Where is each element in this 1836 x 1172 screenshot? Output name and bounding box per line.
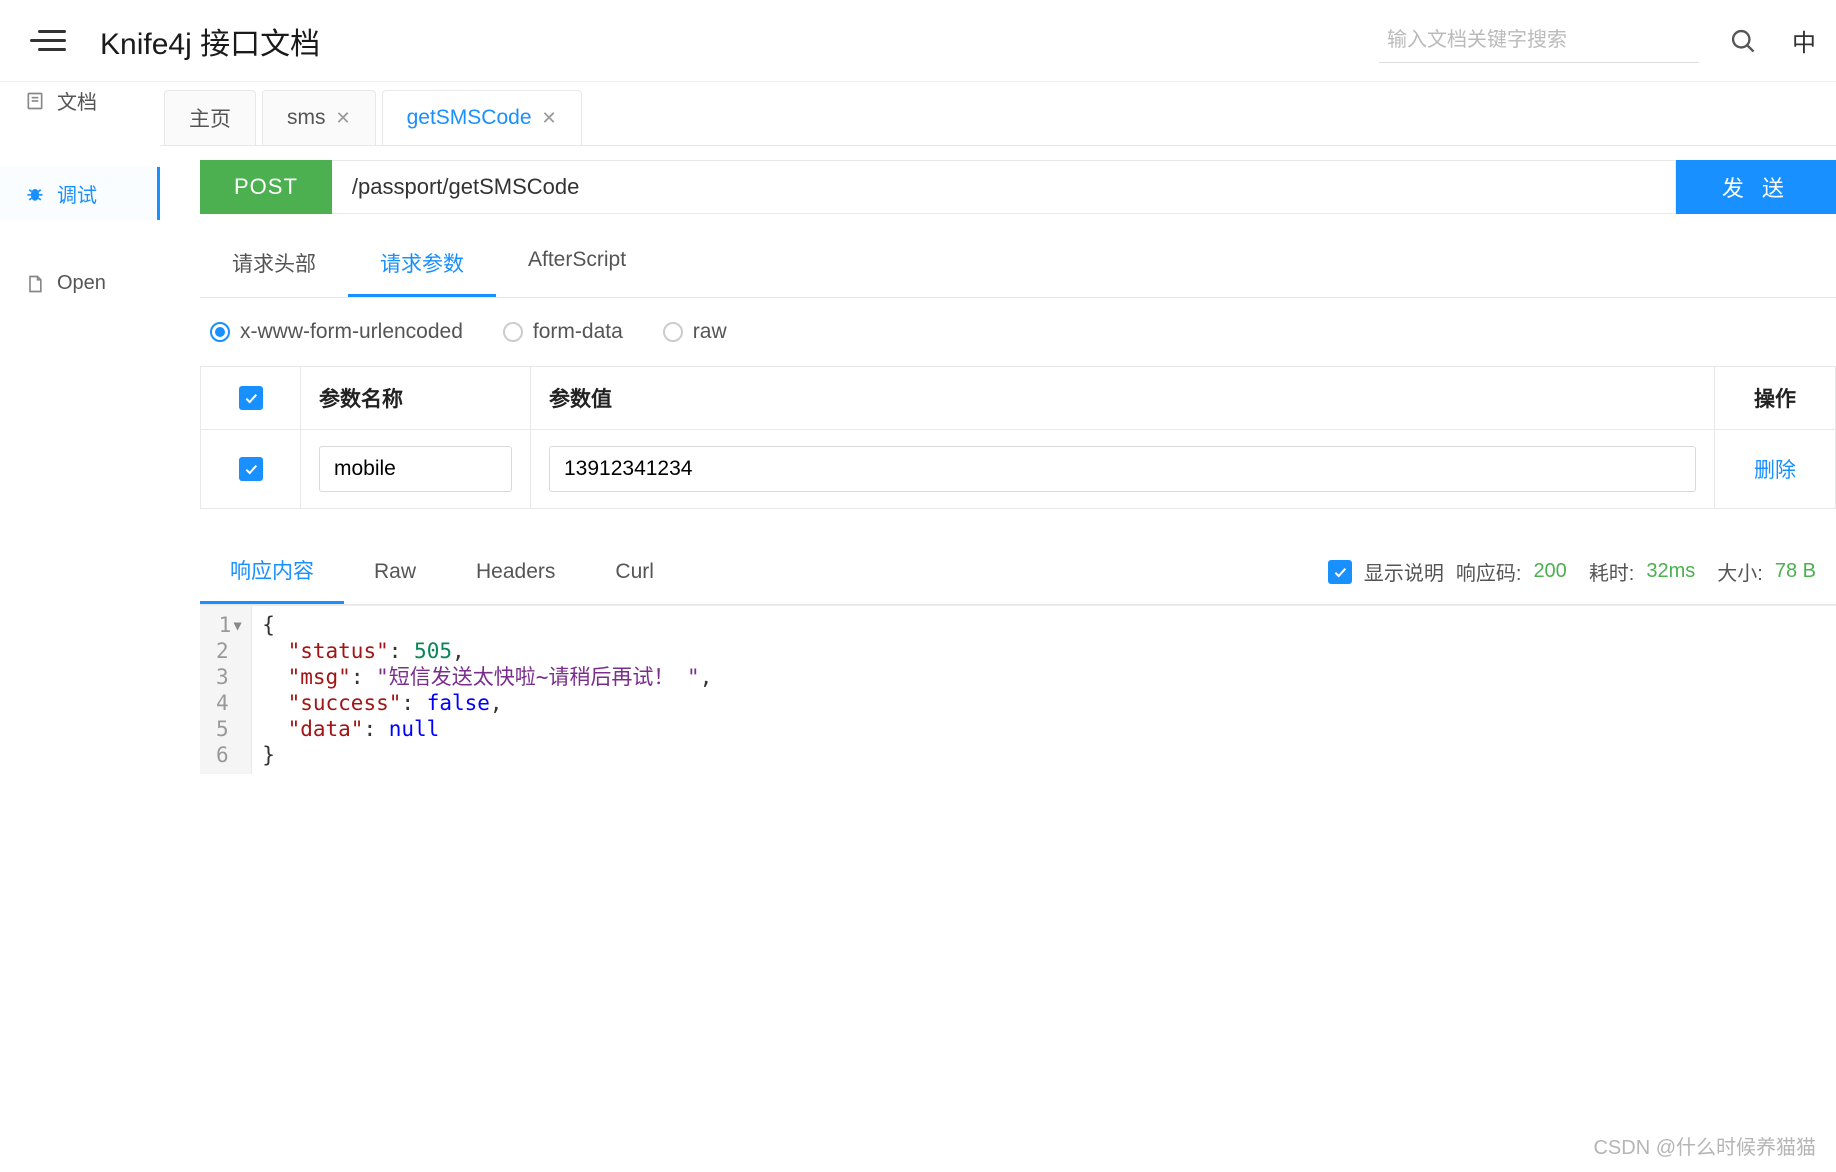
sidebar-item-label: 文档 bbox=[57, 86, 97, 115]
resp-time-label: 耗时: bbox=[1589, 557, 1635, 586]
radio-urlencoded[interactable]: x-www-form-urlencoded bbox=[210, 320, 463, 344]
close-icon[interactable]: ✕ bbox=[336, 108, 351, 129]
resp-tab-headers[interactable]: Headers bbox=[446, 544, 585, 600]
sidebar-item-doc[interactable]: 文档 bbox=[0, 86, 160, 127]
req-tab-headers[interactable]: 请求头部 bbox=[200, 232, 348, 297]
radio-raw[interactable]: raw bbox=[663, 320, 727, 344]
resp-tab-curl[interactable]: Curl bbox=[585, 544, 684, 600]
bug-icon bbox=[25, 184, 45, 204]
menu-toggle-icon[interactable] bbox=[30, 21, 70, 61]
sidebar: 文档 调试 Open bbox=[0, 82, 160, 1172]
close-icon[interactable]: ✕ bbox=[542, 108, 557, 129]
response-json-text[interactable]: { "status": 505, "msg": "短信发送太快啦~请稍后再试！ … bbox=[252, 606, 722, 774]
search-icon[interactable] bbox=[1729, 27, 1757, 55]
checkbox-all[interactable] bbox=[239, 386, 263, 410]
request-tabs: 请求头部 请求参数 AfterScript bbox=[200, 232, 1836, 298]
url-row: POST /passport/getSMSCode 发 送 bbox=[200, 160, 1836, 214]
radio-formdata[interactable]: form-data bbox=[503, 320, 623, 344]
tab-label: sms bbox=[287, 106, 326, 130]
url-input[interactable]: /passport/getSMSCode bbox=[332, 160, 1676, 214]
radio-label: raw bbox=[693, 320, 727, 344]
app-title: Knife4j 接口文档 bbox=[100, 19, 1379, 63]
resp-size-value: 78 B bbox=[1775, 560, 1816, 583]
sidebar-item-label: Open bbox=[57, 272, 106, 295]
http-method-badge: POST bbox=[200, 160, 332, 214]
tab-getsmscode[interactable]: getSMSCode ✕ bbox=[382, 90, 582, 145]
tab-label: 主页 bbox=[189, 103, 231, 133]
show-desc-label: 显示说明 bbox=[1364, 557, 1444, 586]
checkbox-show-desc[interactable] bbox=[1328, 560, 1352, 584]
param-name-input[interactable] bbox=[319, 446, 512, 492]
resp-code-value: 200 bbox=[1533, 560, 1566, 583]
params-table: 参数名称 参数值 操作 bbox=[200, 366, 1836, 509]
sidebar-item-open[interactable]: Open bbox=[0, 260, 160, 307]
response-meta: 显示说明 响应码: 200 耗时: 32ms 大小: 78 B bbox=[1328, 557, 1836, 586]
sidebar-item-label: 调试 bbox=[57, 179, 97, 208]
resp-size-label: 大小: bbox=[1717, 557, 1763, 586]
main-panel: 主页 sms ✕ getSMSCode ✕ POST /passport/get… bbox=[160, 82, 1836, 1172]
resp-tab-body[interactable]: 响应内容 bbox=[200, 539, 344, 604]
col-header-name: 参数名称 bbox=[301, 367, 531, 429]
sidebar-item-debug[interactable]: 调试 bbox=[0, 167, 160, 220]
tab-home[interactable]: 主页 bbox=[164, 90, 256, 145]
file-icon bbox=[25, 274, 45, 294]
app-header: Knife4j 接口文档 中 bbox=[0, 0, 1836, 82]
col-header-value: 参数值 bbox=[531, 367, 1715, 429]
response-code-block: 1▾ 2 3 4 5 6 { "status": 505, "msg": "短信… bbox=[200, 605, 1836, 774]
resp-time-value: 32ms bbox=[1646, 560, 1695, 583]
radio-icon bbox=[663, 322, 683, 342]
radio-label: x-www-form-urlencoded bbox=[240, 320, 463, 344]
resp-tab-raw[interactable]: Raw bbox=[344, 544, 446, 600]
search-input[interactable] bbox=[1379, 19, 1699, 63]
send-button[interactable]: 发 送 bbox=[1676, 160, 1836, 214]
resp-code-label: 响应码: bbox=[1456, 557, 1522, 586]
radio-icon bbox=[210, 322, 230, 342]
line-gutter: 1▾ 2 3 4 5 6 bbox=[200, 606, 252, 774]
page-tabs: 主页 sms ✕ getSMSCode ✕ bbox=[160, 90, 1836, 146]
table-header-row: 参数名称 参数值 操作 bbox=[201, 367, 1835, 430]
req-tab-afterscript[interactable]: AfterScript bbox=[496, 232, 658, 297]
response-tabs: 响应内容 Raw Headers Curl 显示说明 响应码: 200 耗时: … bbox=[200, 539, 1836, 605]
response-section: 响应内容 Raw Headers Curl 显示说明 响应码: 200 耗时: … bbox=[200, 539, 1836, 774]
param-value-input[interactable] bbox=[549, 446, 1696, 492]
radio-label: form-data bbox=[533, 320, 623, 344]
tab-label: getSMSCode bbox=[407, 106, 532, 130]
tab-sms[interactable]: sms ✕ bbox=[262, 90, 376, 145]
body-type-radios: x-www-form-urlencoded form-data raw bbox=[200, 298, 1836, 366]
radio-icon bbox=[503, 322, 523, 342]
checkbox-row[interactable] bbox=[239, 457, 263, 481]
delete-link[interactable]: 删除 bbox=[1754, 454, 1796, 484]
table-row: 删除 bbox=[201, 430, 1835, 508]
req-tab-params[interactable]: 请求参数 bbox=[348, 232, 496, 297]
language-switch[interactable]: 中 bbox=[1792, 23, 1816, 58]
doc-icon bbox=[25, 91, 45, 111]
col-header-action: 操作 bbox=[1715, 367, 1835, 429]
